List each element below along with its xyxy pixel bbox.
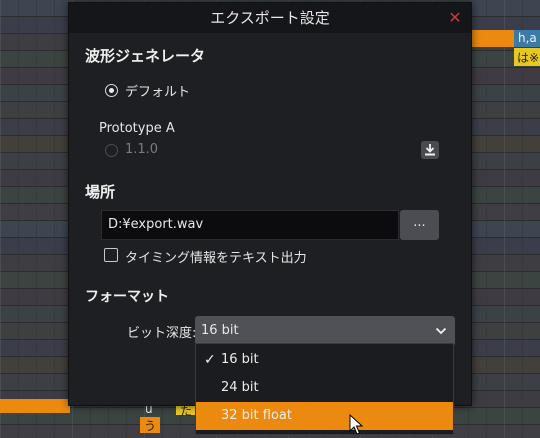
- radio-default[interactable]: [105, 84, 118, 97]
- option-16-bit[interactable]: ✓ 16 bit: [196, 346, 453, 374]
- beat-gridline: [504, 0, 505, 438]
- plugin-name-label: Prototype A: [99, 121, 175, 136]
- radio-default-label: デフォルト: [125, 85, 191, 100]
- note-bar-right[interactable]: [470, 30, 514, 47]
- browse-button[interactable]: ...: [400, 210, 439, 240]
- lyric-kana-bottom: う: [144, 419, 157, 433]
- beat-gridline: [0, 0, 1, 438]
- beat-gridline: [36, 0, 37, 438]
- bit-depth-value: 16 bit: [201, 323, 239, 338]
- timing-info-checkbox-label: タイミング情報をテキスト出力: [125, 251, 307, 266]
- chevron-down-icon: [435, 327, 447, 335]
- option-16-bit-label: 16 bit: [221, 352, 259, 367]
- export-path-input[interactable]: D:¥export.wav: [101, 210, 399, 240]
- dialog-titlebar[interactable]: エクスポート設定 ✕: [69, 3, 471, 33]
- radio-plugin-version[interactable]: [105, 144, 118, 157]
- mouse-cursor-icon: [349, 414, 363, 435]
- option-32-bit-float-label: 32 bit float: [221, 408, 292, 423]
- option-32-bit-float[interactable]: 32 bit float: [196, 402, 453, 430]
- dialog-title: エクスポート設定: [210, 9, 330, 27]
- option-24-bit[interactable]: 24 bit: [196, 374, 453, 402]
- beat-gridline: [54, 0, 55, 438]
- close-icon[interactable]: ✕: [445, 8, 465, 28]
- note-bar-left[interactable]: [0, 399, 70, 413]
- beat-gridline: [18, 0, 19, 438]
- waveform-generator-heading: 波形ジェネレータ: [85, 47, 206, 65]
- checkmark-icon: ✓: [204, 352, 216, 368]
- bit-depth-select[interactable]: 16 bit: [195, 316, 455, 346]
- download-button[interactable]: [421, 141, 439, 159]
- bit-depth-label: ビット深度:: [127, 326, 197, 341]
- format-heading: フォーマット: [85, 289, 169, 305]
- option-24-bit-label: 24 bit: [221, 380, 259, 395]
- lyric-kana-top-right: は※: [517, 51, 540, 65]
- beat-gridline: [486, 0, 487, 438]
- download-icon: [425, 144, 435, 156]
- lyric-phoneme-top-right: h,a: [518, 31, 537, 45]
- timing-info-checkbox[interactable]: [104, 248, 118, 262]
- bit-depth-dropdown: ✓ 16 bit 24 bit 32 bit float: [195, 343, 454, 435]
- location-heading: 場所: [85, 183, 116, 201]
- plugin-version-label: 1.1.0: [125, 142, 159, 157]
